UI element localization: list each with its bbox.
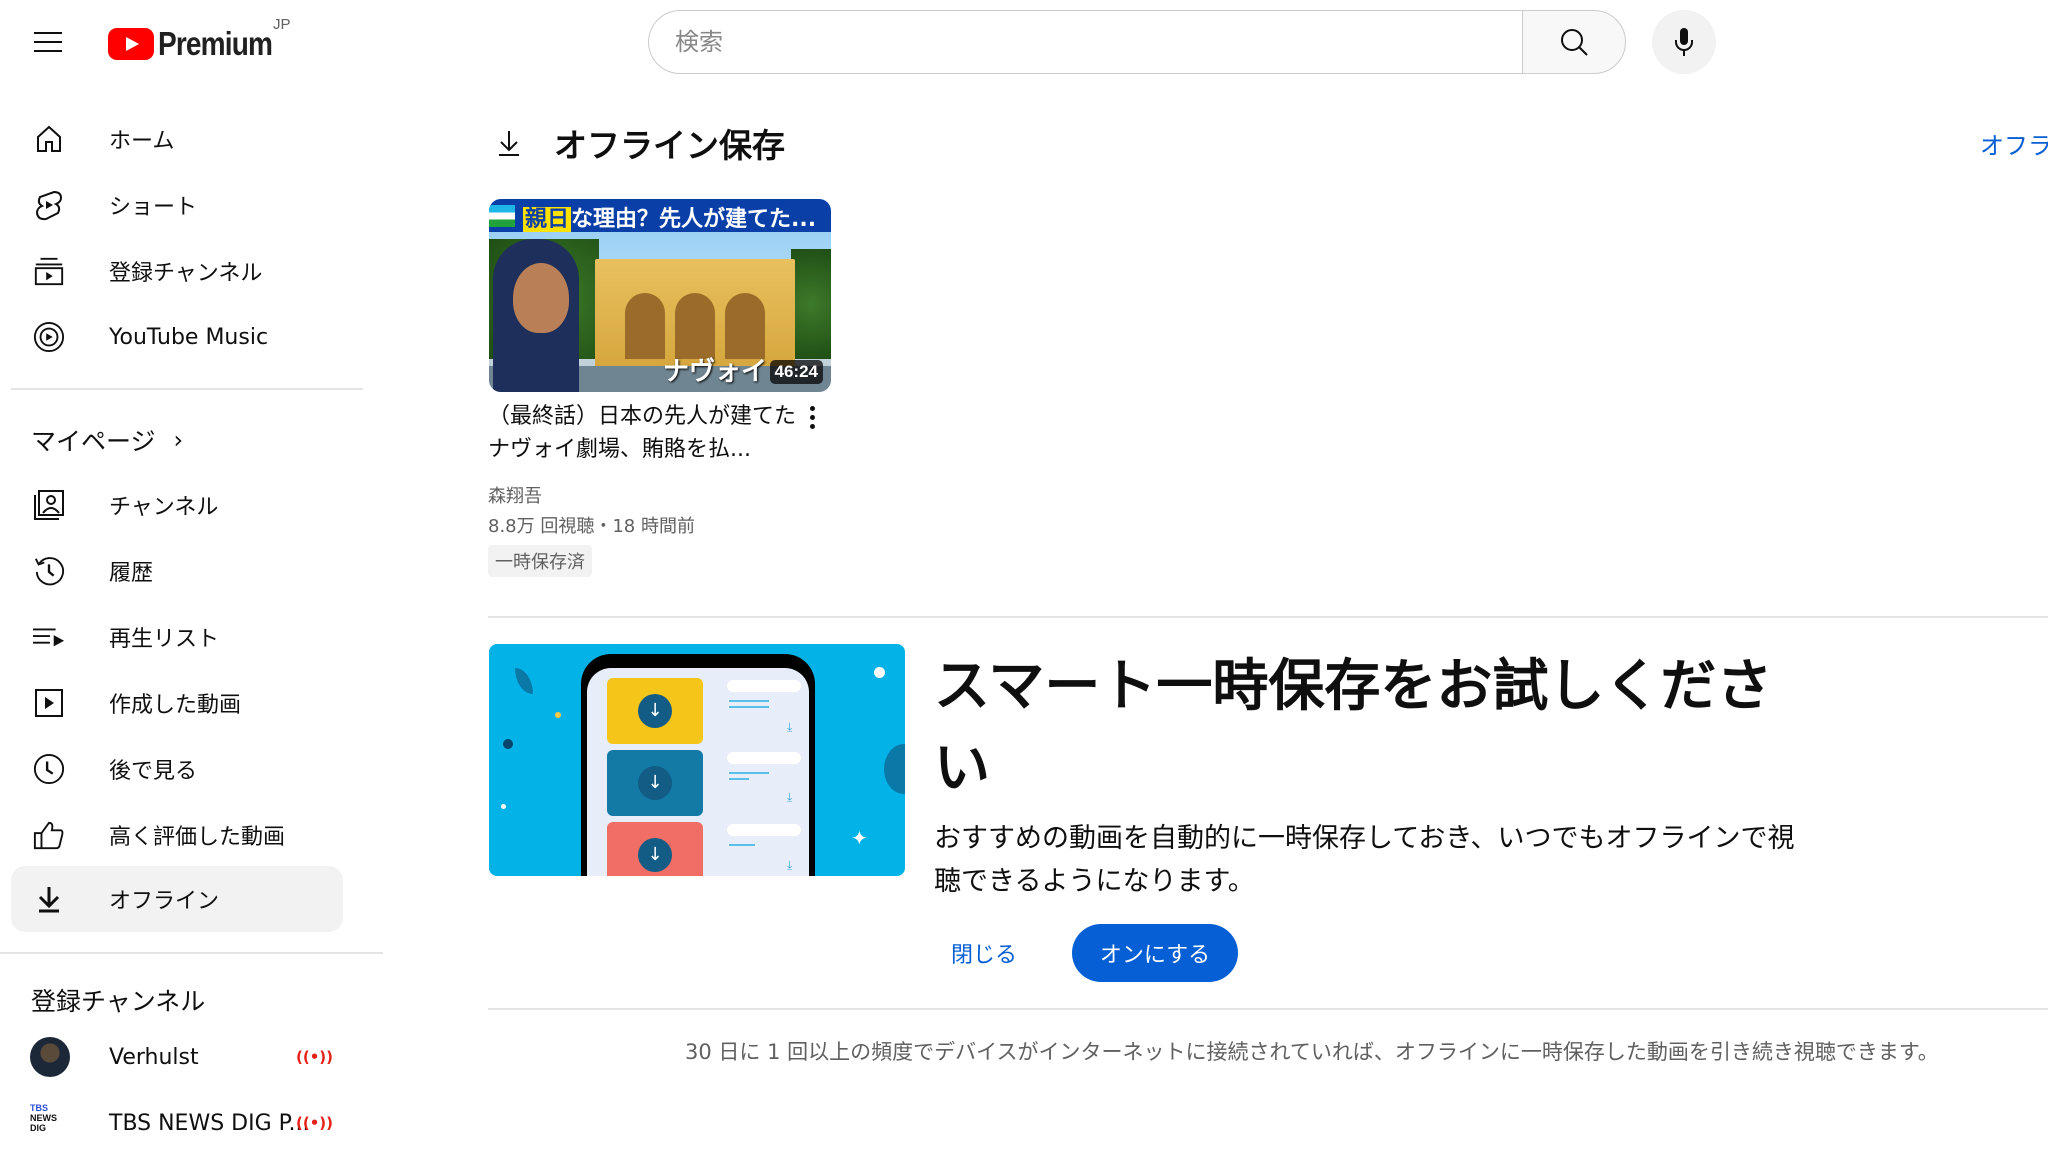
my-page-title: マイページ: [31, 427, 156, 456]
sidebar-item-label: 再生リスト: [109, 627, 220, 652]
subscription-name: Verhulst: [109, 1044, 199, 1070]
subscriptions-section-title: 登録チャンネル: [31, 987, 206, 1016]
saved-badge: 一時保存済: [488, 545, 592, 577]
history-icon: [33, 555, 65, 587]
chevron-right-icon: ›: [173, 426, 184, 454]
thumbnail-person: [493, 239, 579, 392]
top-bar: Premium JP: [0, 0, 2048, 84]
video-meta: 8.8万 回視聴・18 時間前: [488, 516, 695, 537]
page-title: オフライン保存: [554, 126, 785, 165]
live-icon: ((•)): [296, 1048, 334, 1066]
turn-on-button[interactable]: オンにする: [1072, 924, 1238, 982]
search-button[interactable]: [1522, 10, 1626, 74]
live-icon: ((•)): [296, 1114, 334, 1132]
sidebar-item-playlists[interactable]: 再生リスト: [11, 604, 343, 670]
sidebar-item-label: 高く評価した動画: [109, 825, 286, 850]
youtube-play-icon: [108, 28, 154, 60]
sidebar-item-label: チャンネル: [109, 495, 219, 520]
download-icon: [499, 131, 519, 156]
playlists-icon: [33, 621, 65, 653]
subscription-item-tbs-news-dig[interactable]: TBS NEWS DIG TBS NEWS DIG P... ((•)): [11, 1090, 343, 1150]
sidebar-divider: [11, 388, 363, 390]
promo-description: おすすめの動画を自動的に一時保存しておき、いつでもオフラインで視聴できるようにな…: [934, 823, 1795, 897]
sidebar-item-subscriptions[interactable]: 登録チャンネル: [11, 238, 343, 304]
sidebar-item-liked-videos[interactable]: 高く評価した動画: [11, 802, 343, 868]
video-channel-name[interactable]: 森翔吾: [488, 482, 542, 508]
offline-settings-link[interactable]: オフラ: [1980, 126, 2048, 161]
sidebar-item-label: 登録チャンネル: [109, 261, 263, 286]
your-channel-icon: [33, 489, 65, 521]
youtube-music-icon: [33, 321, 65, 353]
sidebar-item-youtube-music[interactable]: YouTube Music: [11, 304, 343, 370]
sidebar-item-your-channel[interactable]: チャンネル: [11, 472, 343, 538]
sidebar-item-offline[interactable]: オフライン: [11, 866, 343, 932]
voice-search-button[interactable]: [1652, 10, 1716, 74]
sidebar-item-label: 後で見る: [109, 759, 198, 784]
subscription-item-verhulst[interactable]: Verhulst ((•)): [11, 1024, 343, 1090]
channel-avatar: TBS NEWS DIG: [30, 1103, 57, 1133]
logo-text: Premium: [158, 25, 273, 62]
sidebar-item-label: 作成した動画: [109, 693, 242, 718]
logo-region: JP: [273, 16, 291, 33]
sidebar-item-label: ホーム: [109, 129, 175, 154]
sidebar-item-shorts[interactable]: ショート: [11, 172, 343, 238]
close-button[interactable]: 閉じる: [934, 924, 1034, 982]
subscription-name: TBS NEWS DIG P...: [109, 1110, 310, 1136]
banner-text: 親日な理由？先人が建てた...: [523, 207, 817, 232]
sidebar-item-label: 履歴: [109, 561, 154, 586]
video-thumbnail[interactable]: 親日な理由？先人が建てた... ナヴォイ 46:24: [489, 199, 831, 392]
sidebar-item-label: ショート: [109, 195, 198, 220]
youtube-premium-logo[interactable]: Premium: [108, 24, 292, 64]
main-content: オフライン保存 オフラ 親日な理由？先人が建てた... ナヴォイ 46:24 （…: [488, 84, 2048, 1150]
promo-title: スマート一時保存をお試しください: [934, 654, 1773, 801]
subscriptions-icon: [33, 255, 65, 287]
hamburger-menu-icon[interactable]: [30, 24, 70, 60]
watch-later-icon: [33, 753, 65, 785]
video-title[interactable]: （最終話）日本の先人が建てたナヴォイ劇場、賄賂を払...: [488, 400, 798, 466]
phone-graphic: ↓ ↓ ↓ ⤓ ⤓ ⤓: [581, 654, 815, 876]
microphone-icon: [1675, 28, 1693, 56]
video-duration: 46:24: [769, 360, 823, 384]
search-icon: [1561, 29, 1588, 56]
channel-avatar: [30, 1037, 70, 1077]
search-bar: [648, 10, 1626, 74]
flag-icon: [489, 205, 515, 227]
thumbnail-trees: [791, 249, 831, 359]
shorts-icon: [33, 189, 65, 221]
your-videos-icon: [33, 687, 65, 719]
sidebar-item-label: オフライン: [109, 889, 220, 914]
section-divider: [488, 1008, 2048, 1010]
sidebar-divider: [0, 952, 383, 954]
sidebar: ホーム ショート 登録チャンネル YouTube Music マイページ › チ…: [0, 84, 383, 1150]
sidebar-item-history[interactable]: 履歴: [11, 538, 343, 604]
thumbnail-overlay-text: ナヴォイ: [663, 357, 768, 387]
smart-downloads-illustration: ✦ ↓ ↓ ↓ ⤓ ⤓ ⤓: [489, 644, 905, 876]
section-divider: [488, 616, 2048, 618]
liked-videos-icon: [33, 819, 65, 851]
sidebar-item-label: YouTube Music: [109, 324, 269, 350]
sidebar-item-your-videos[interactable]: 作成した動画: [11, 670, 343, 736]
thumbnail-banner: 親日な理由？先人が建てた...: [489, 199, 831, 232]
more-options-icon[interactable]: [802, 402, 822, 434]
download-icon: [33, 883, 65, 915]
my-page-header[interactable]: マイページ ›: [31, 422, 183, 458]
sidebar-item-home[interactable]: ホーム: [11, 106, 343, 172]
search-input[interactable]: [648, 10, 1522, 74]
offline-footnote: 30 日に 1 回以上の頻度でデバイスがインターネットに接続されていれば、オフラ…: [685, 1040, 1939, 1064]
sidebar-item-watch-later[interactable]: 後で見る: [11, 736, 343, 802]
home-icon: [33, 123, 65, 155]
